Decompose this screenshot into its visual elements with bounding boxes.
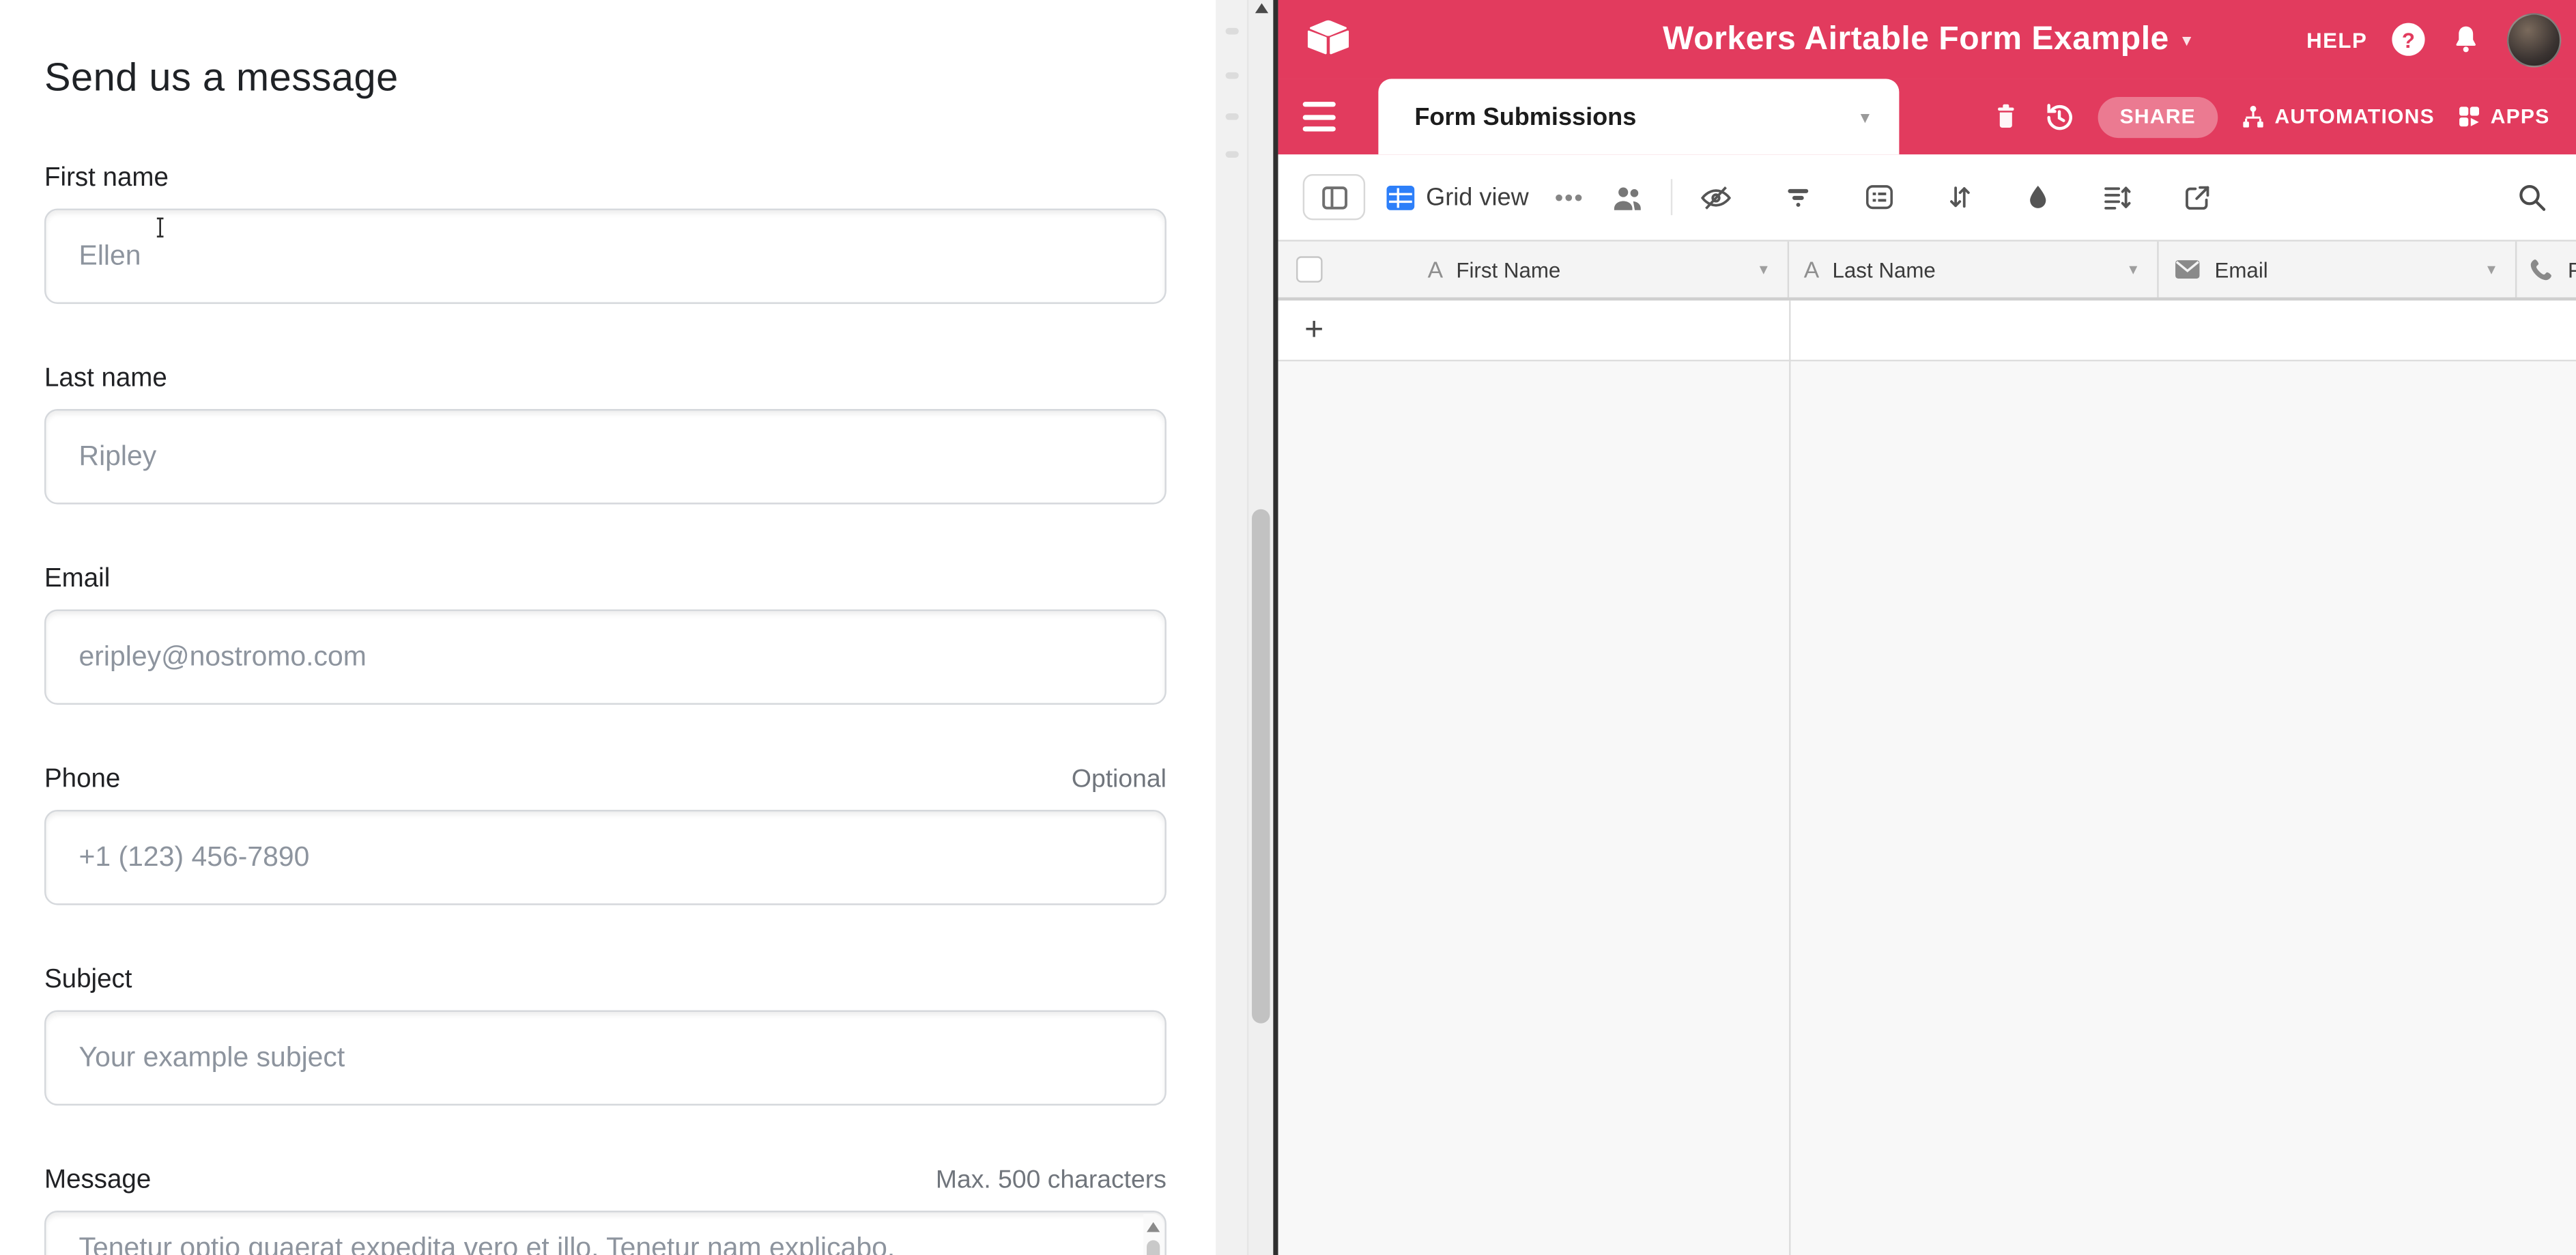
scroll-up-arrow-icon[interactable] <box>1147 1222 1160 1232</box>
message-textarea[interactable] <box>44 1211 1167 1255</box>
email-field-type-icon <box>2173 258 2201 281</box>
airtable-logo-icon[interactable] <box>1308 20 1349 56</box>
automations-icon <box>2238 102 2266 130</box>
screen: Send us a message First name Last name E… <box>0 0 2576 1255</box>
base-title-caret-icon[interactable]: ▾ <box>2182 29 2191 50</box>
form-title: Send us a message <box>44 54 1167 103</box>
phone-field-group: Phone Optional <box>44 764 1167 905</box>
select-all-checkbox[interactable] <box>1296 256 1323 282</box>
column-header-first-name[interactable]: A First Name ▾ <box>1278 242 1790 298</box>
phone-optional-hint: Optional <box>1072 765 1167 795</box>
view-more-icon[interactable]: ••• <box>1555 184 1584 210</box>
apps-label: APPS <box>2491 105 2550 128</box>
grid-header-row: A First Name ▾ A Last Name ▾ Email ▾ <box>1278 240 2576 300</box>
first-name-label: First name <box>44 163 169 194</box>
share-button[interactable]: SHARE <box>2098 96 2217 137</box>
column-caret-icon[interactable]: ▾ <box>2487 260 2495 278</box>
email-field-group: Email <box>44 563 1167 705</box>
share-button-label: SHARE <box>2120 105 2196 128</box>
phone-input[interactable] <box>44 810 1167 905</box>
textarea-scrollbar[interactable] <box>1143 1214 1163 1255</box>
sidebar-icon <box>1320 185 1348 210</box>
gutter-tick <box>1226 72 1239 79</box>
text-field-type-icon: A <box>1804 256 1819 282</box>
tables-menu-icon[interactable] <box>1303 102 1336 131</box>
scrollbar-up-arrow-icon[interactable] <box>1255 3 1268 13</box>
search-icon[interactable] <box>2515 181 2548 214</box>
gutter-tick <box>1226 113 1239 120</box>
airtable-window: Workers Airtable Form Example ▾ HELP ? F… <box>1278 0 2576 1255</box>
gutter-tick <box>1226 28 1239 35</box>
first-name-field-group: First name <box>44 163 1167 304</box>
toolbar-divider <box>1671 179 1672 215</box>
base-title[interactable]: Workers Airtable Form Example <box>1663 20 2169 58</box>
automations-label: AUTOMATIONS <box>2274 105 2434 128</box>
message-field-group: Message Max. 500 characters <box>44 1165 1167 1255</box>
last-name-field-group: Last name <box>44 363 1167 505</box>
add-row-button[interactable]: + <box>1278 300 2576 361</box>
views-sidebar-toggle-button[interactable] <box>1303 174 1365 220</box>
notifications-bell-icon[interactable] <box>2450 23 2482 56</box>
column-caret-icon[interactable]: ▾ <box>2129 260 2137 278</box>
text-cursor-ibeam <box>153 217 168 238</box>
last-name-input[interactable] <box>44 409 1167 505</box>
subject-label: Subject <box>44 964 132 996</box>
trash-icon[interactable] <box>1992 100 2021 133</box>
color-icon[interactable] <box>2024 182 2052 213</box>
share-view-icon[interactable] <box>2182 182 2214 213</box>
message-label: Message <box>44 1165 151 1196</box>
text-field-type-icon: A <box>1428 256 1443 282</box>
phone-label: Phone <box>44 764 120 795</box>
subject-field-group: Subject <box>44 964 1167 1105</box>
page-gutter <box>1216 0 1247 1255</box>
message-maxchars-hint: Max. 500 characters <box>936 1166 1167 1196</box>
view-name[interactable]: Grid view <box>1426 183 1528 211</box>
gutter-tick <box>1226 151 1239 158</box>
apps-icon <box>2456 104 2482 130</box>
column-name: Phone <box>2568 257 2576 282</box>
help-button[interactable]: HELP <box>2306 27 2367 52</box>
row-height-icon[interactable] <box>2102 182 2133 212</box>
filter-icon[interactable] <box>1783 183 1814 211</box>
hide-fields-icon[interactable] <box>1699 182 1734 213</box>
subject-input[interactable] <box>44 1011 1167 1106</box>
automations-button[interactable]: AUTOMATIONS <box>2238 102 2434 130</box>
group-icon[interactable] <box>1863 182 1896 212</box>
grid-canvas <box>1278 361 2576 1255</box>
column-header-phone[interactable]: Phone <box>2517 242 2576 298</box>
apps-button[interactable]: APPS <box>2456 104 2549 130</box>
column-header-email[interactable]: Email ▾ <box>2159 242 2517 298</box>
email-input[interactable] <box>44 610 1167 705</box>
column-header-last-name[interactable]: A Last Name ▾ <box>1789 242 2159 298</box>
column-border-line <box>1789 300 1790 1255</box>
help-question-icon[interactable]: ? <box>2392 23 2424 56</box>
first-name-input[interactable] <box>44 209 1167 305</box>
email-label: Email <box>44 563 110 595</box>
airtable-topbar: Workers Airtable Form Example ▾ HELP ? <box>1278 0 2576 79</box>
plus-icon: + <box>1304 314 1323 347</box>
tab-form-submissions[interactable]: Form Submissions ▾ <box>1378 79 1899 154</box>
page-scroll-thumb[interactable] <box>1252 509 1270 1024</box>
contact-form: Send us a message First name Last name E… <box>44 0 1167 1255</box>
phone-field-type-icon <box>2527 255 2555 283</box>
column-name: Email <box>2214 257 2267 282</box>
user-avatar[interactable] <box>2507 12 2561 66</box>
column-name: First Name <box>1456 257 1560 282</box>
column-caret-icon[interactable]: ▾ <box>1760 260 1768 278</box>
collaborators-icon[interactable] <box>1610 182 1645 213</box>
window-divider <box>1273 0 1278 1255</box>
column-name: Last Name <box>1833 257 1936 282</box>
history-icon[interactable] <box>2042 100 2077 135</box>
last-name-label: Last name <box>44 363 167 395</box>
page-scrollbar[interactable] <box>1247 0 1274 1255</box>
contact-form-page: Send us a message First name Last name E… <box>0 0 1216 1255</box>
textarea-scroll-thumb[interactable] <box>1147 1240 1160 1255</box>
sort-icon[interactable] <box>1945 182 1975 212</box>
table-tab-caret-icon[interactable]: ▾ <box>1861 106 1870 127</box>
table-tab-label: Form Submissions <box>1378 102 1636 130</box>
airtable-viewbar: Grid view ••• <box>1278 154 2576 240</box>
airtable-tabbar: Form Submissions ▾ SHARE AUTOMATIONS <box>1278 79 2576 154</box>
grid-view-icon[interactable] <box>1386 185 1414 210</box>
